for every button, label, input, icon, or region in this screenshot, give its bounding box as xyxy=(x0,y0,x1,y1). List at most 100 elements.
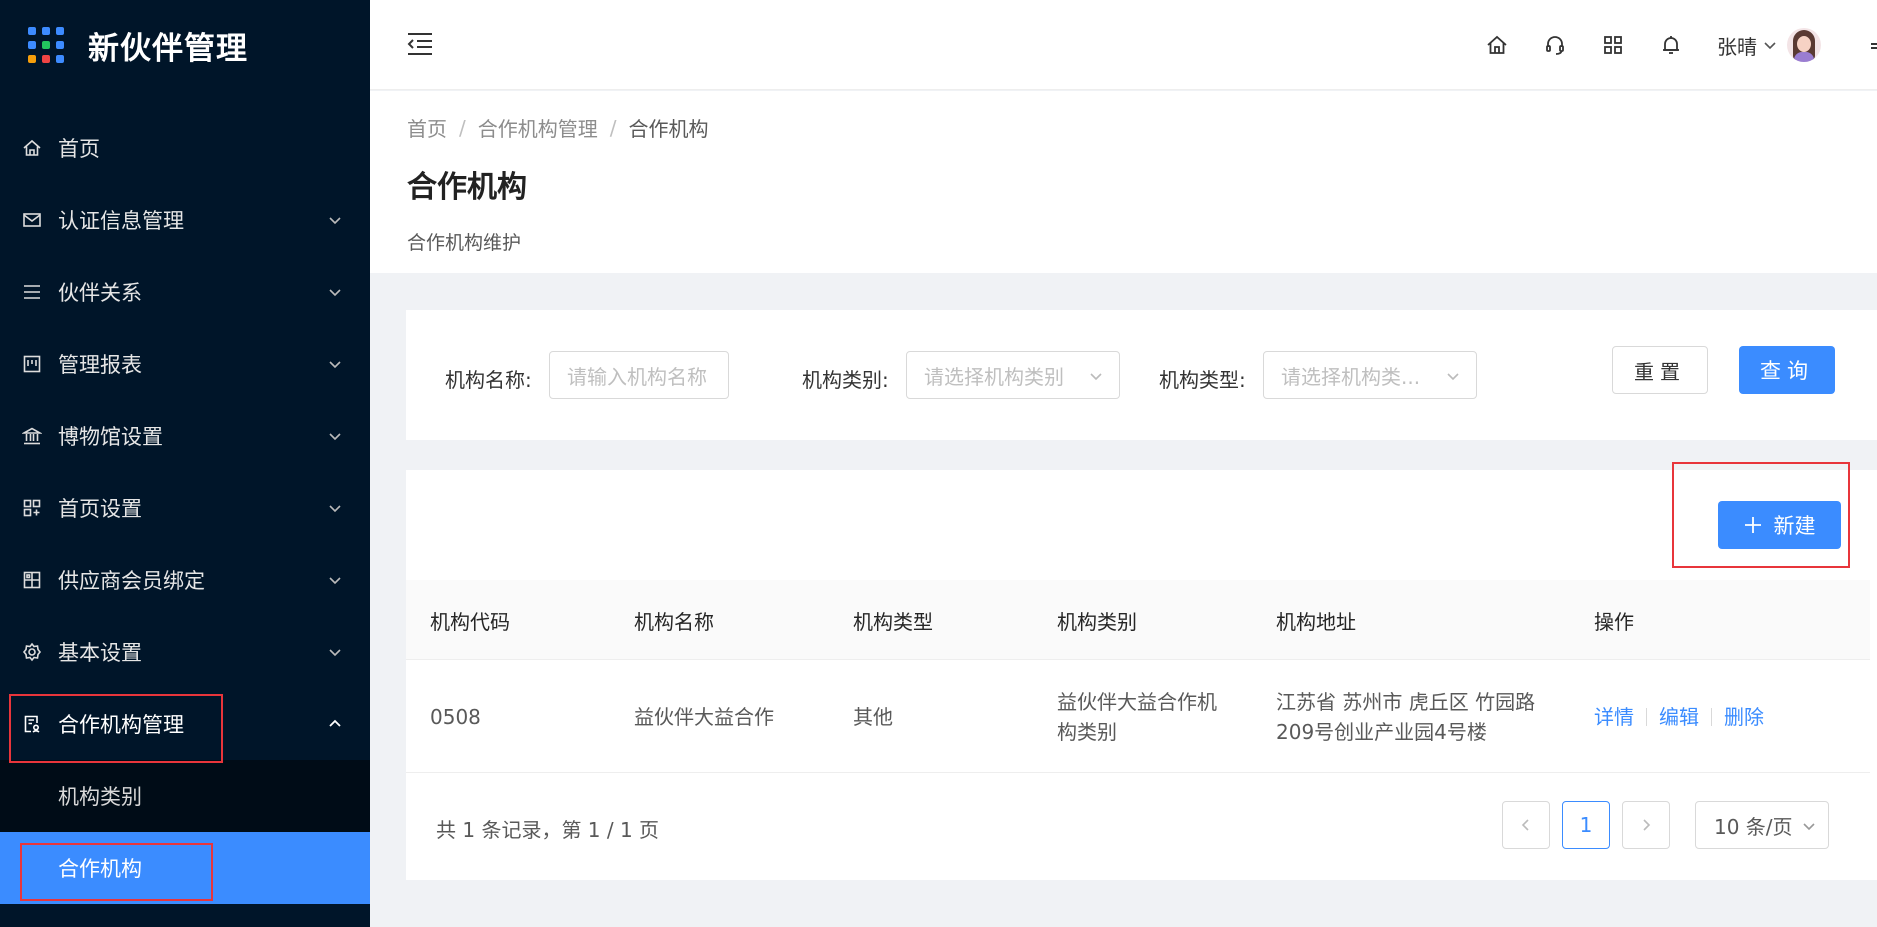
sidebar-item-home-settings[interactable]: 首页设置 xyxy=(0,472,370,544)
bank-icon xyxy=(22,426,42,446)
org-category-select[interactable]: 请选择机构类别 xyxy=(906,351,1120,399)
pagination-summary: 共 1 条记录，第 1 / 1 页 xyxy=(436,818,660,842)
more-icon[interactable] xyxy=(1871,35,1877,55)
page-number-button[interactable]: 1 xyxy=(1562,801,1610,849)
appstore-icon xyxy=(22,498,42,518)
setting-icon xyxy=(22,642,42,662)
top-header: 张晴 xyxy=(370,0,1877,90)
sidebar-item-reports[interactable]: 管理报表 xyxy=(0,328,370,400)
audit-icon xyxy=(22,714,42,734)
action-divider xyxy=(1711,707,1712,726)
chevron-down-icon xyxy=(329,433,341,441)
sidebar-item-label: 认证信息管理 xyxy=(58,209,184,233)
sidebar-item-basic-settings[interactable]: 基本设置 xyxy=(0,616,370,688)
org-name-input[interactable]: 请输入机构名称 xyxy=(549,351,729,399)
sidebar-item-certification[interactable]: 认证信息管理 xyxy=(0,184,370,256)
headset-icon[interactable] xyxy=(1543,33,1567,57)
sidebar-item-partner-org-management[interactable]: 合作机构管理 xyxy=(0,688,370,760)
menu-fold-icon[interactable] xyxy=(406,30,434,58)
org-category-placeholder: 请选择机构类别 xyxy=(924,364,1064,389)
column-header-actions: 操作 xyxy=(1594,609,1634,634)
table-panel: 新建 机构代码 机构名称 机构类型 机构类别 机构地址 操作 0508 益伙伴大… xyxy=(406,470,1877,880)
column-header-address: 机构地址 xyxy=(1276,609,1356,634)
cell-category-line: 益伙伴大益合作机 xyxy=(1057,689,1217,714)
chevron-down-icon xyxy=(329,361,341,369)
delete-link[interactable]: 删除 xyxy=(1724,702,1764,732)
breadcrumb-separator: / xyxy=(609,115,617,140)
chevron-down-icon xyxy=(329,577,341,585)
page-description: 合作机构维护 xyxy=(407,232,522,254)
user-name[interactable]: 张晴 xyxy=(1717,31,1757,60)
query-button[interactable]: 查询 xyxy=(1739,346,1835,394)
home-icon[interactable] xyxy=(1485,33,1509,57)
column-header-category: 机构类别 xyxy=(1057,609,1137,634)
bell-icon[interactable] xyxy=(1659,33,1683,57)
column-header-type: 机构类型 xyxy=(853,609,933,634)
chevron-down-icon xyxy=(329,505,341,513)
build-icon xyxy=(22,570,42,590)
breadcrumb-current: 合作机构 xyxy=(628,117,709,141)
chevron-down-icon xyxy=(329,649,341,657)
column-header-code: 机构代码 xyxy=(430,609,510,634)
sidebar-item-home[interactable]: 首页 xyxy=(0,112,370,184)
breadcrumb: 首页 / 合作机构管理 / 合作机构 xyxy=(407,113,1877,142)
cell-category: 益伙伴大益合作机 构类别 xyxy=(1057,660,1217,773)
avatar[interactable] xyxy=(1787,28,1821,62)
org-type-label: 机构类型: xyxy=(1159,368,1246,392)
sidebar-subitem-org-category[interactable]: 机构类别 xyxy=(0,760,370,832)
cell-type: 其他 xyxy=(853,704,893,729)
cell-address: 江苏省 苏州市 虎丘区 竹园路 209号创业产业园4号楼 xyxy=(1276,660,1535,773)
page-size-select[interactable]: 10 条/页 xyxy=(1695,801,1829,849)
column-header-name: 机构名称 xyxy=(634,609,714,634)
reset-button[interactable]: 重置 xyxy=(1612,346,1708,394)
cell-name: 益伙伴大益合作 xyxy=(634,704,774,729)
home-icon xyxy=(22,138,42,158)
sidebar: 新伙伴管理 首页 认证信息管理 伙伴关系 管理报表 博物馆设置 首页设置 供应商… xyxy=(0,0,370,927)
chevron-right-icon xyxy=(1643,819,1651,831)
table-header: 机构代码 机构名称 机构类型 机构类别 机构地址 操作 xyxy=(406,580,1870,660)
logo: 新伙伴管理 xyxy=(0,0,370,90)
filter-panel: 机构名称: 请输入机构名称 机构类别: 请选择机构类别 机构类型: 请选择机构类… xyxy=(406,310,1877,440)
chevron-left-icon xyxy=(1521,819,1529,831)
apps-grid-icon[interactable] xyxy=(1601,33,1625,57)
app-title: 新伙伴管理 xyxy=(88,30,248,67)
page-header: 首页 / 合作机构管理 / 合作机构 合作机构 合作机构维护 xyxy=(370,91,1877,273)
sidebar-item-label: 首页 xyxy=(58,137,100,161)
new-button[interactable]: 新建 xyxy=(1718,501,1841,549)
sidebar-item-museum-settings[interactable]: 博物馆设置 xyxy=(0,400,370,472)
page-size-value: 10 条/页 xyxy=(1714,814,1793,839)
chevron-down-icon xyxy=(1447,373,1459,381)
next-page-button[interactable] xyxy=(1622,801,1670,849)
action-divider xyxy=(1646,707,1647,726)
chevron-down-icon xyxy=(1803,823,1815,831)
sidebar-item-label: 管理报表 xyxy=(58,353,142,377)
breadcrumb-home[interactable]: 首页 xyxy=(407,113,447,142)
org-category-label: 机构类别: xyxy=(802,368,889,392)
org-name-placeholder: 请输入机构名称 xyxy=(567,364,707,389)
new-button-label: 新建 xyxy=(1773,514,1816,538)
detail-link[interactable]: 详情 xyxy=(1594,702,1634,732)
chevron-down-icon xyxy=(329,217,341,225)
chevron-down-icon[interactable] xyxy=(1763,38,1777,52)
cell-category-line: 构类别 xyxy=(1057,719,1117,744)
cell-address-line: 209号创业产业园4号楼 xyxy=(1276,719,1487,744)
table-row: 0508 益伙伴大益合作 其他 益伙伴大益合作机 构类别 江苏省 苏州市 虎丘区… xyxy=(406,660,1870,773)
sidebar-item-label: 伙伴关系 xyxy=(58,281,142,305)
sidebar-item-label: 博物馆设置 xyxy=(58,425,163,449)
app-grid-icon xyxy=(28,27,64,63)
org-name-label: 机构名称: xyxy=(445,368,532,392)
report-icon xyxy=(22,354,42,374)
submenu-partner-org: 机构类别 合作机构 xyxy=(0,760,370,904)
sidebar-item-partners[interactable]: 伙伴关系 xyxy=(0,256,370,328)
cell-actions: 详情 编辑 删除 xyxy=(1594,660,1764,773)
org-type-select[interactable]: 请选择机构类... xyxy=(1263,351,1477,399)
sidebar-item-supplier-binding[interactable]: 供应商会员绑定 xyxy=(0,544,370,616)
breadcrumb-parent[interactable]: 合作机构管理 xyxy=(478,113,598,142)
prev-page-button[interactable] xyxy=(1502,801,1550,849)
edit-link[interactable]: 编辑 xyxy=(1659,702,1699,732)
plus-icon xyxy=(1744,517,1761,533)
header-actions: 张晴 xyxy=(1485,0,1877,90)
sidebar-subitem-partner-org[interactable]: 合作机构 xyxy=(0,832,370,904)
chevron-up-icon xyxy=(329,719,341,727)
mail-icon xyxy=(22,210,42,230)
